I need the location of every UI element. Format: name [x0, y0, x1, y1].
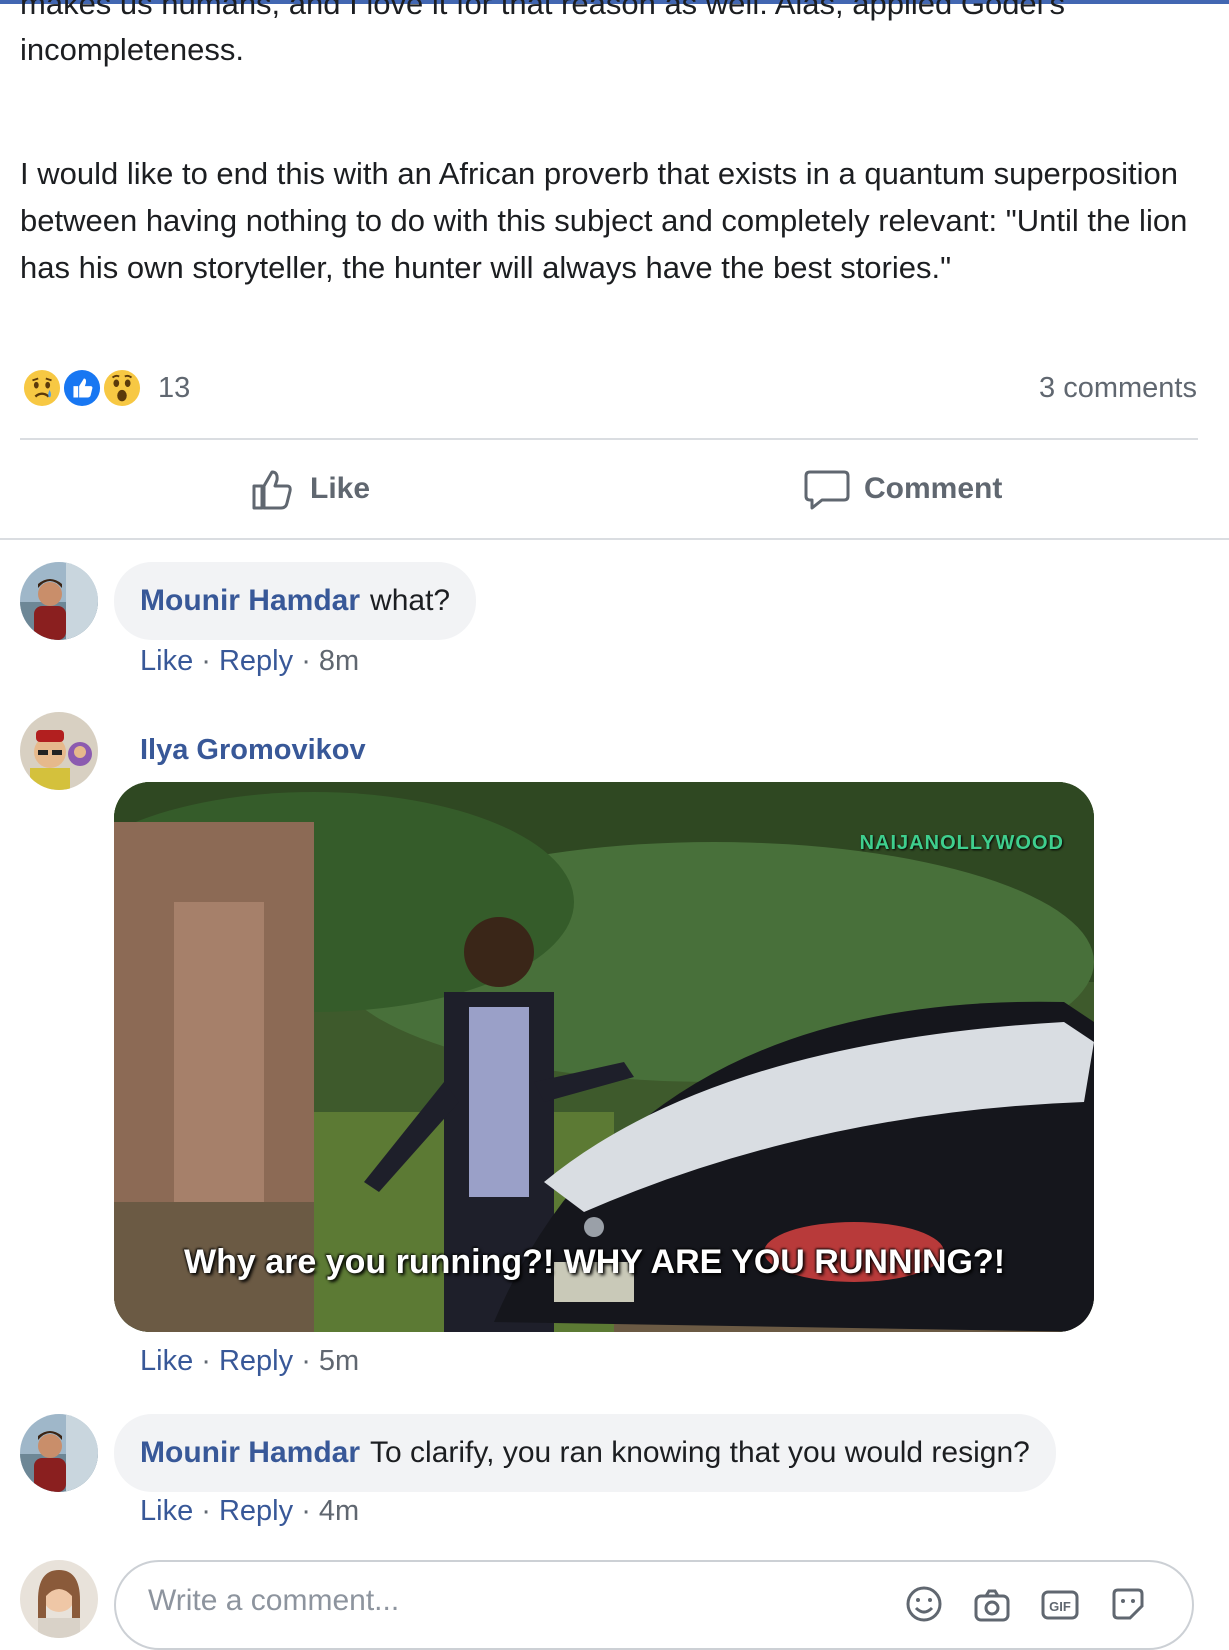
gif-icon[interactable]: GIF	[1040, 1584, 1080, 1624]
comment-icon	[804, 470, 850, 510]
comment-like-link[interactable]: Like	[140, 645, 193, 677]
sticker-icon[interactable]	[1108, 1584, 1148, 1624]
comment-reply-link[interactable]: Reply	[219, 645, 293, 677]
comment-author[interactable]: Ilya Gromovikov	[140, 734, 366, 767]
comment-author[interactable]: Mounir Hamdar	[140, 584, 360, 618]
reactions-count: 13	[158, 371, 191, 404]
comment-button[interactable]: Comment	[804, 466, 1002, 512]
comment-text: what?	[370, 584, 451, 617]
comment-author[interactable]: Mounir Hamdar	[140, 1436, 360, 1470]
separator: ·	[201, 1345, 219, 1377]
avatar[interactable]	[20, 1414, 98, 1492]
like-icon	[60, 366, 104, 410]
separator: ·	[201, 1495, 219, 1527]
comment-time[interactable]: 5m	[319, 1345, 359, 1377]
comment-input[interactable]: Write a comment... GIF	[114, 1560, 1194, 1650]
comment-meta: Like · Reply · 8m	[140, 645, 359, 678]
separator: ·	[301, 645, 319, 677]
comment-bubble: Mounir Hamdar what?	[114, 562, 477, 640]
divider	[0, 538, 1229, 540]
post-text-proverb: I would like to end this with an African…	[20, 156, 1188, 285]
comment-meta: Like · Reply · 5m	[140, 1345, 359, 1378]
comment-time[interactable]: 4m	[319, 1495, 359, 1527]
comment-time[interactable]: 8m	[319, 645, 359, 677]
current-user-avatar[interactable]	[20, 1560, 98, 1638]
like-button[interactable]: Like	[250, 466, 370, 512]
avatar[interactable]	[20, 562, 98, 640]
separator: ·	[301, 1345, 319, 1377]
avatar[interactable]	[20, 712, 98, 790]
divider	[20, 438, 1198, 440]
gif-caption: Why are you running?! WHY ARE YOU RUNNIN…	[184, 1243, 1006, 1281]
post-text-incompleteness: incompleteness.	[20, 32, 245, 67]
comment-bubble: Mounir Hamdar To clarify, you ran knowin…	[114, 1414, 1056, 1492]
separator: ·	[301, 1495, 319, 1527]
comment-reply-link[interactable]: Reply	[219, 1345, 293, 1377]
thumbs-up-icon	[252, 470, 292, 510]
composer-icons: GIF	[904, 1584, 1148, 1624]
comment-like-link[interactable]: Like	[140, 1345, 193, 1377]
post-text-cut-line: makes us humans, and I love it for that …	[20, 0, 1065, 21]
comment-meta: Like · Reply · 4m	[140, 1495, 359, 1528]
like-button-label: Like	[310, 472, 371, 505]
separator: ·	[201, 645, 219, 677]
gif-watermark: NAIJANOLLYWOOD	[859, 832, 1064, 854]
wow-icon	[100, 366, 144, 410]
svg-text:GIF: GIF	[1049, 1599, 1071, 1614]
emoji-icon[interactable]	[904, 1584, 944, 1624]
comment-text: To clarify, you ran knowing that you wou…	[370, 1436, 1030, 1469]
comment-input-placeholder: Write a comment...	[148, 1584, 400, 1617]
reactions-summary[interactable]: 13	[20, 366, 190, 410]
camera-icon[interactable]	[972, 1584, 1012, 1624]
comment-like-link[interactable]: Like	[140, 1495, 193, 1527]
comment-gif[interactable]: NAIJANOLLYWOOD Why are you running?! WHY…	[114, 782, 1094, 1332]
comments-count-link[interactable]: 3 comments	[1039, 372, 1197, 405]
comment-button-label: Comment	[864, 472, 1003, 505]
comment-reply-link[interactable]: Reply	[219, 1495, 293, 1527]
sad-icon	[20, 366, 64, 410]
